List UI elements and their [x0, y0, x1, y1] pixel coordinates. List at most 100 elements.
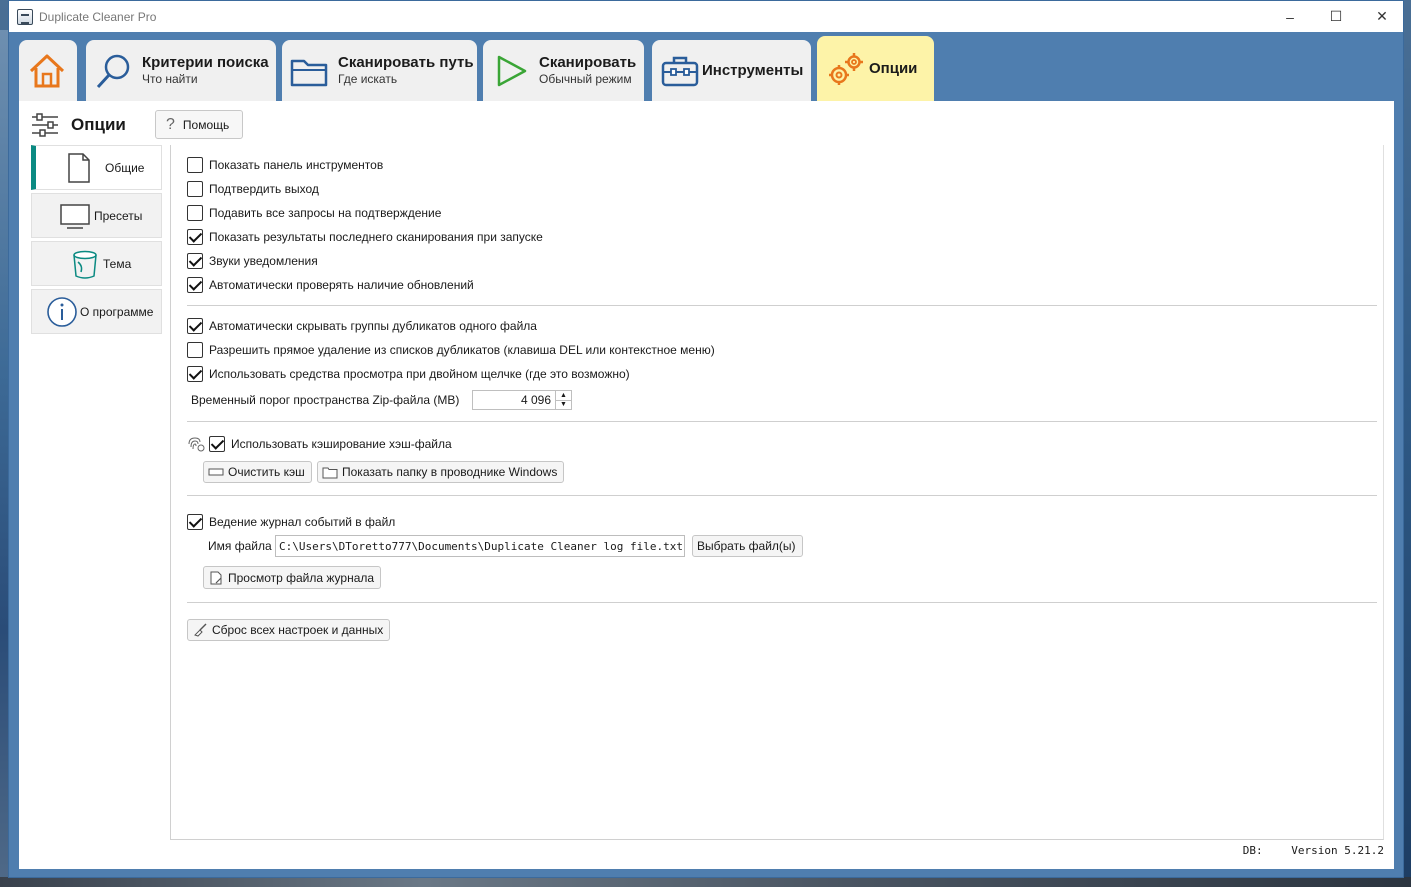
clear-cache-button[interactable]: Очистить кэш	[203, 461, 312, 483]
option-notification-sounds[interactable]: Звуки уведомления	[187, 251, 318, 271]
hide-single-groups-checkbox[interactable]	[187, 318, 203, 334]
page-title: Опции	[71, 115, 126, 134]
reset-all-button[interactable]: Сброс всех настроек и данных	[187, 619, 391, 641]
show-last-results-checkbox[interactable]	[187, 229, 203, 245]
sidebar-item-presets-label: Пресеты	[94, 208, 143, 223]
allow-direct-delete-label: Разрешить прямое удаление из списков дуб…	[209, 343, 715, 357]
option-double-click-viewers[interactable]: Использовать средства просмотра при двой…	[187, 364, 630, 384]
close-button[interactable]: ✕	[1359, 1, 1405, 32]
option-allow-direct-delete[interactable]: Разрешить прямое удаление из списков дуб…	[187, 340, 715, 360]
option-log-to-file[interactable]: Ведение журнал событий в файл	[187, 512, 395, 532]
maximize-button[interactable]: ☐	[1313, 1, 1359, 32]
zip-threshold-label: Временный порог пространства Zip-файла (…	[191, 393, 460, 407]
tab-scan-path[interactable]: Сканировать путь Где искать	[282, 40, 477, 101]
app-icon	[17, 8, 33, 25]
sidebar-item-general-label: Общие	[105, 160, 145, 175]
tab-scan-path-title: Сканировать путь	[338, 53, 474, 71]
minimize-button[interactable]: –	[1267, 1, 1313, 32]
sidebar-item-general[interactable]: Общие	[31, 145, 162, 190]
sidebar-item-about[interactable]: О программе	[31, 289, 162, 334]
db-label: DB:	[1242, 844, 1263, 857]
home-icon	[27, 51, 67, 91]
toolbox-icon	[660, 51, 700, 91]
option-auto-updates[interactable]: Автоматически проверять наличие обновлен…	[187, 275, 474, 295]
options-page: Опции ? Помощь Общие Пресеты Тема О прог…	[19, 101, 1394, 869]
show-folder-label: Показать папку в проводнике Windows	[342, 465, 558, 479]
choose-files-label: Выбрать файл(ы)	[697, 539, 796, 553]
confirm-exit-label: Подтвердить выход	[209, 182, 319, 196]
show-toolbar-label: Показать панель инструментов	[209, 158, 384, 172]
show-toolbar-checkbox[interactable]	[187, 157, 203, 173]
tab-scan-path-subtitle: Где искать	[338, 71, 398, 86]
sidebar-item-theme-label: Тема	[103, 256, 132, 271]
desktop-background-bottom	[0, 877, 1411, 887]
tab-options-title: Опции	[869, 60, 918, 77]
tab-options[interactable]: Опции	[817, 36, 934, 101]
status-bar: DB: Version 5.21.2	[1243, 844, 1384, 857]
spin-down-icon[interactable]: ▼	[556, 399, 571, 410]
help-button[interactable]: ? Помощь	[155, 110, 243, 139]
paint-bucket-icon	[69, 248, 101, 280]
tab-home[interactable]	[19, 40, 77, 101]
broom-icon	[192, 623, 208, 637]
hide-single-groups-label: Автоматически скрывать группы дубликатов…	[209, 319, 537, 333]
log-to-file-checkbox[interactable]	[187, 514, 203, 530]
clear-cache-label: Очистить кэш	[228, 465, 305, 479]
hash-cache-checkbox[interactable]	[209, 436, 225, 452]
tab-search-criteria[interactable]: Критерии поиска Что найти	[86, 40, 276, 101]
folder-icon	[290, 51, 330, 91]
sidebar-item-theme[interactable]: Тема	[31, 241, 162, 286]
show-folder-button[interactable]: Показать папку в проводнике Windows	[317, 461, 565, 483]
tab-scan[interactable]: Сканировать Обычный режим	[483, 40, 644, 101]
option-suppress-prompts[interactable]: Подавить все запросы на подтверждение	[187, 203, 441, 223]
reset-all-label: Сброс всех настроек и данных	[212, 623, 384, 637]
choose-files-button[interactable]: Выбрать файл(ы)	[692, 535, 803, 557]
help-button-label: Помощь	[182, 117, 230, 132]
document-icon	[208, 571, 224, 585]
spin-up-icon[interactable]: ▲	[556, 391, 571, 400]
notification-sounds-checkbox[interactable]	[187, 253, 203, 269]
option-confirm-exit[interactable]: Подтвердить выход	[187, 179, 319, 199]
show-last-results-label: Показать результаты последнего сканирова…	[209, 230, 543, 244]
confirm-exit-checkbox[interactable]	[187, 181, 203, 197]
page-icon	[63, 152, 95, 184]
allow-direct-delete-checkbox[interactable]	[187, 342, 203, 358]
sidebar-item-presets[interactable]: Пресеты	[31, 193, 162, 238]
tab-tools[interactable]: Инструменты	[652, 40, 811, 101]
app-window: Duplicate Cleaner Pro – ☐ ✕ Критерии пои…	[8, 0, 1404, 878]
gears-icon	[825, 49, 865, 89]
eraser-icon	[208, 465, 224, 479]
version-label: Version 5.21.2	[1291, 844, 1384, 857]
suppress-prompts-checkbox[interactable]	[187, 205, 203, 221]
general-options-panel: Показать панель инструментов Подтвердить…	[170, 145, 1384, 840]
zip-threshold-stepper[interactable]: ▲ ▼	[555, 391, 571, 409]
log-to-file-label: Ведение журнал событий в файл	[209, 515, 396, 529]
zip-threshold-input[interactable]: 4 096 ▲ ▼	[472, 390, 572, 410]
option-hash-cache[interactable]: Использовать кэширование хэш-файла	[187, 434, 452, 454]
divider	[187, 305, 1377, 306]
tab-scan-subtitle: Обычный режим	[539, 71, 632, 86]
double-click-viewers-checkbox[interactable]	[187, 366, 203, 382]
view-log-label: Просмотр файла журнала	[228, 570, 375, 585]
tab-scan-title: Сканировать	[539, 53, 637, 71]
auto-updates-checkbox[interactable]	[187, 277, 203, 293]
main-tab-bar: Критерии поиска Что найти Сканировать пут…	[9, 36, 1405, 101]
title-bar: Duplicate Cleaner Pro – ☐ ✕	[9, 1, 1403, 32]
file-name-label: Имя файла	[208, 539, 272, 553]
option-show-toolbar[interactable]: Показать панель инструментов	[187, 155, 383, 175]
double-click-viewers-label: Использовать средства просмотра при двой…	[209, 367, 630, 381]
log-file-path-input[interactable]: C:\Users\DToretto777\Documents\Duplicate…	[275, 535, 685, 557]
notification-sounds-label: Звуки уведомления	[209, 254, 318, 268]
tab-search-criteria-title: Критерии поиска	[142, 53, 269, 71]
search-icon	[94, 51, 134, 91]
option-hide-single-groups[interactable]: Автоматически скрывать группы дубликатов…	[187, 316, 537, 336]
window-title: Duplicate Cleaner Pro	[39, 9, 157, 24]
monitor-icon	[59, 200, 91, 232]
view-log-button[interactable]: Просмотр файла журнала	[203, 566, 382, 589]
folder-icon	[322, 465, 338, 479]
tab-tools-title: Инструменты	[702, 62, 804, 79]
info-icon	[46, 296, 78, 328]
option-show-last-results[interactable]: Показать результаты последнего сканирова…	[187, 227, 543, 247]
hash-cache-label: Использовать кэширование хэш-файла	[231, 437, 452, 451]
suppress-prompts-label: Подавить все запросы на подтверждение	[209, 206, 442, 220]
